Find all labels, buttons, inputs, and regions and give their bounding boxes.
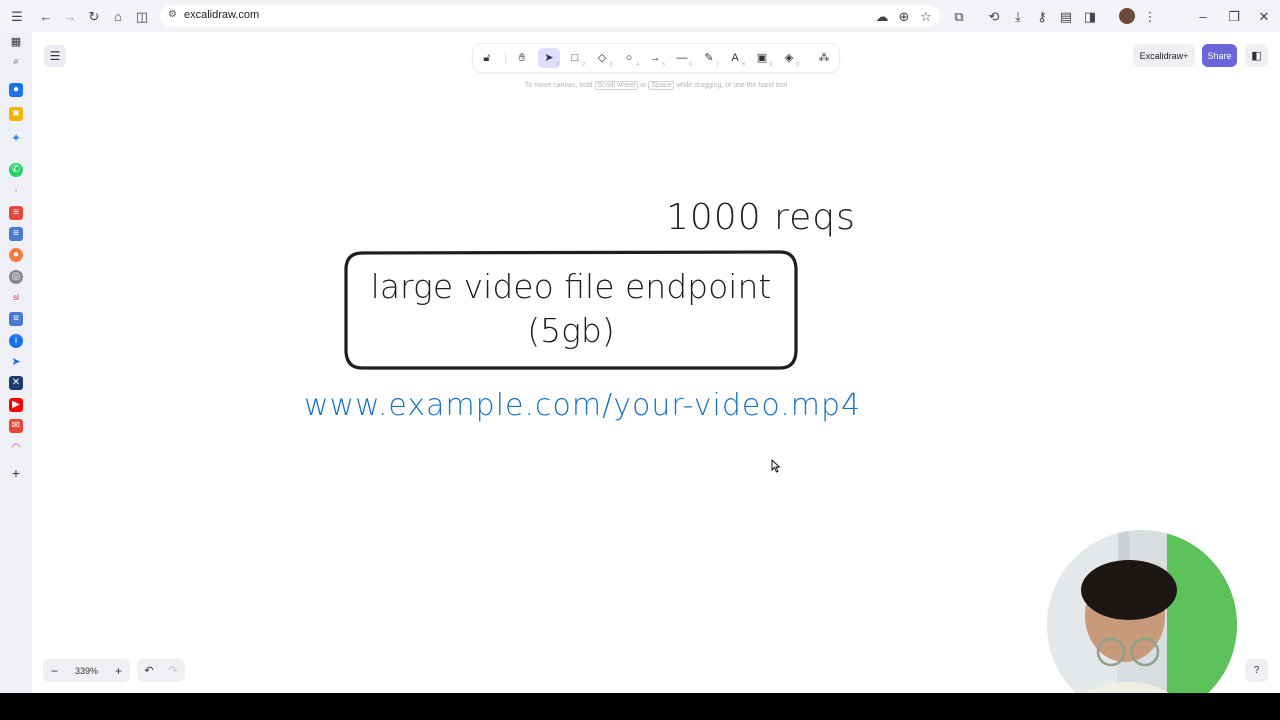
red-app-icon[interactable]: ≡ <box>9 206 23 220</box>
help-icon: ? <box>1253 665 1260 676</box>
reading-list-icon[interactable]: ▤ <box>1058 8 1074 24</box>
install-app-icon[interactable]: ⊕ <box>896 8 912 24</box>
back-icon[interactable]: ← <box>38 8 54 24</box>
bookmark-star-icon[interactable]: ☆ <box>918 8 934 24</box>
download-icon[interactable]: ⤓ <box>1010 8 1026 24</box>
box-text-line1[interactable]: large video file endpoint <box>348 267 794 306</box>
add-shortcut-icon[interactable]: + <box>9 466 23 480</box>
reqs-text-element[interactable]: 1000 reqs <box>666 197 856 238</box>
text-app-icon[interactable]: sl <box>9 291 23 305</box>
address-bar[interactable]: ⚙ excalidraw.com <box>160 5 940 27</box>
close-window-icon[interactable]: ✕ <box>1256 8 1272 24</box>
rainbow-app-icon[interactable]: ◠ <box>9 441 23 455</box>
password-key-icon[interactable]: ⚷ <box>1034 8 1050 24</box>
browser-toolbar: ☰ ← → ↻ ⌂ ◫ ⚙ excalidraw.com ☁ ⊕ ☆ ⧉ ⟲ ⤓… <box>0 0 1280 32</box>
cloud-icon[interactable]: ☁ <box>874 8 890 24</box>
url-text-element[interactable]: www.example.com/your-video.mp4 <box>304 388 861 423</box>
whatsapp-icon[interactable]: ✆ <box>9 163 23 177</box>
send-app-icon[interactable]: ➤ <box>9 355 23 369</box>
notes-app-icon[interactable]: ■ <box>9 107 23 121</box>
site-info-icon[interactable]: ⚙ <box>168 10 178 20</box>
zoom-controls: − 339% + <box>43 659 130 682</box>
restore-icon[interactable]: ❐ <box>1226 8 1242 24</box>
apps-grid-icon[interactable]: ▦ <box>9 35 23 49</box>
info-app-icon[interactable]: i <box>9 334 23 348</box>
zoom-level[interactable]: 339% <box>66 659 107 682</box>
gmail-icon[interactable]: ✉ <box>9 419 23 433</box>
forward-icon[interactable]: → <box>62 8 78 24</box>
zoom-out-button[interactable]: − <box>43 659 66 682</box>
more-menu-icon[interactable]: ⋮ <box>1142 8 1158 24</box>
box-text-line2[interactable]: (5gb) <box>348 311 794 350</box>
search-tabs-icon[interactable]: ⌕ <box>9 55 23 69</box>
gemini-icon[interactable]: ✦ <box>9 131 23 145</box>
youtube-icon[interactable]: ▶ <box>9 398 23 412</box>
screen-bottom-bar <box>0 693 1280 720</box>
history-controls: ↶ ↷ <box>137 659 185 682</box>
gray-app-icon[interactable]: ◎ <box>9 270 23 284</box>
home-icon[interactable]: ⌂ <box>110 8 126 24</box>
site-shortcut-icon[interactable]: ◦ <box>9 184 23 198</box>
tools-app-icon[interactable]: ✕ <box>9 376 23 390</box>
split-view-icon[interactable]: ◫ <box>134 8 150 24</box>
docs-icon[interactable]: ≡ <box>9 227 23 241</box>
help-button[interactable]: ? <box>1245 659 1268 682</box>
browser-side-panel: ▦ ⌕ ● ■ ✦ ✆ ◦ ≡ ≡ ● ◎ sl ≡ i ➤ ✕ ▶ ✉ ◠ + <box>0 32 32 693</box>
history-icon[interactable]: ⟲ <box>986 8 1002 24</box>
minimize-icon[interactable]: – <box>1195 8 1211 24</box>
extensions-icon[interactable]: ⧉ <box>951 8 967 24</box>
app-shortcut-icon[interactable]: ● <box>9 83 23 97</box>
orange-app-icon[interactable]: ● <box>9 248 23 262</box>
profile-avatar[interactable] <box>1119 8 1135 24</box>
redo-button[interactable]: ↷ <box>161 659 185 682</box>
undo-button[interactable]: ↶ <box>137 659 161 682</box>
url-text[interactable]: excalidraw.com <box>184 9 259 21</box>
zoom-in-button[interactable]: + <box>107 659 130 682</box>
mouse-cursor-icon <box>771 459 781 473</box>
notes-doc-icon[interactable]: ≡ <box>9 312 23 326</box>
tab-search-icon[interactable]: ☰ <box>9 8 25 24</box>
side-panel-icon[interactable]: ◨ <box>1082 8 1098 24</box>
webcam-overlay <box>1047 530 1237 720</box>
reload-icon[interactable]: ↻ <box>86 8 102 24</box>
